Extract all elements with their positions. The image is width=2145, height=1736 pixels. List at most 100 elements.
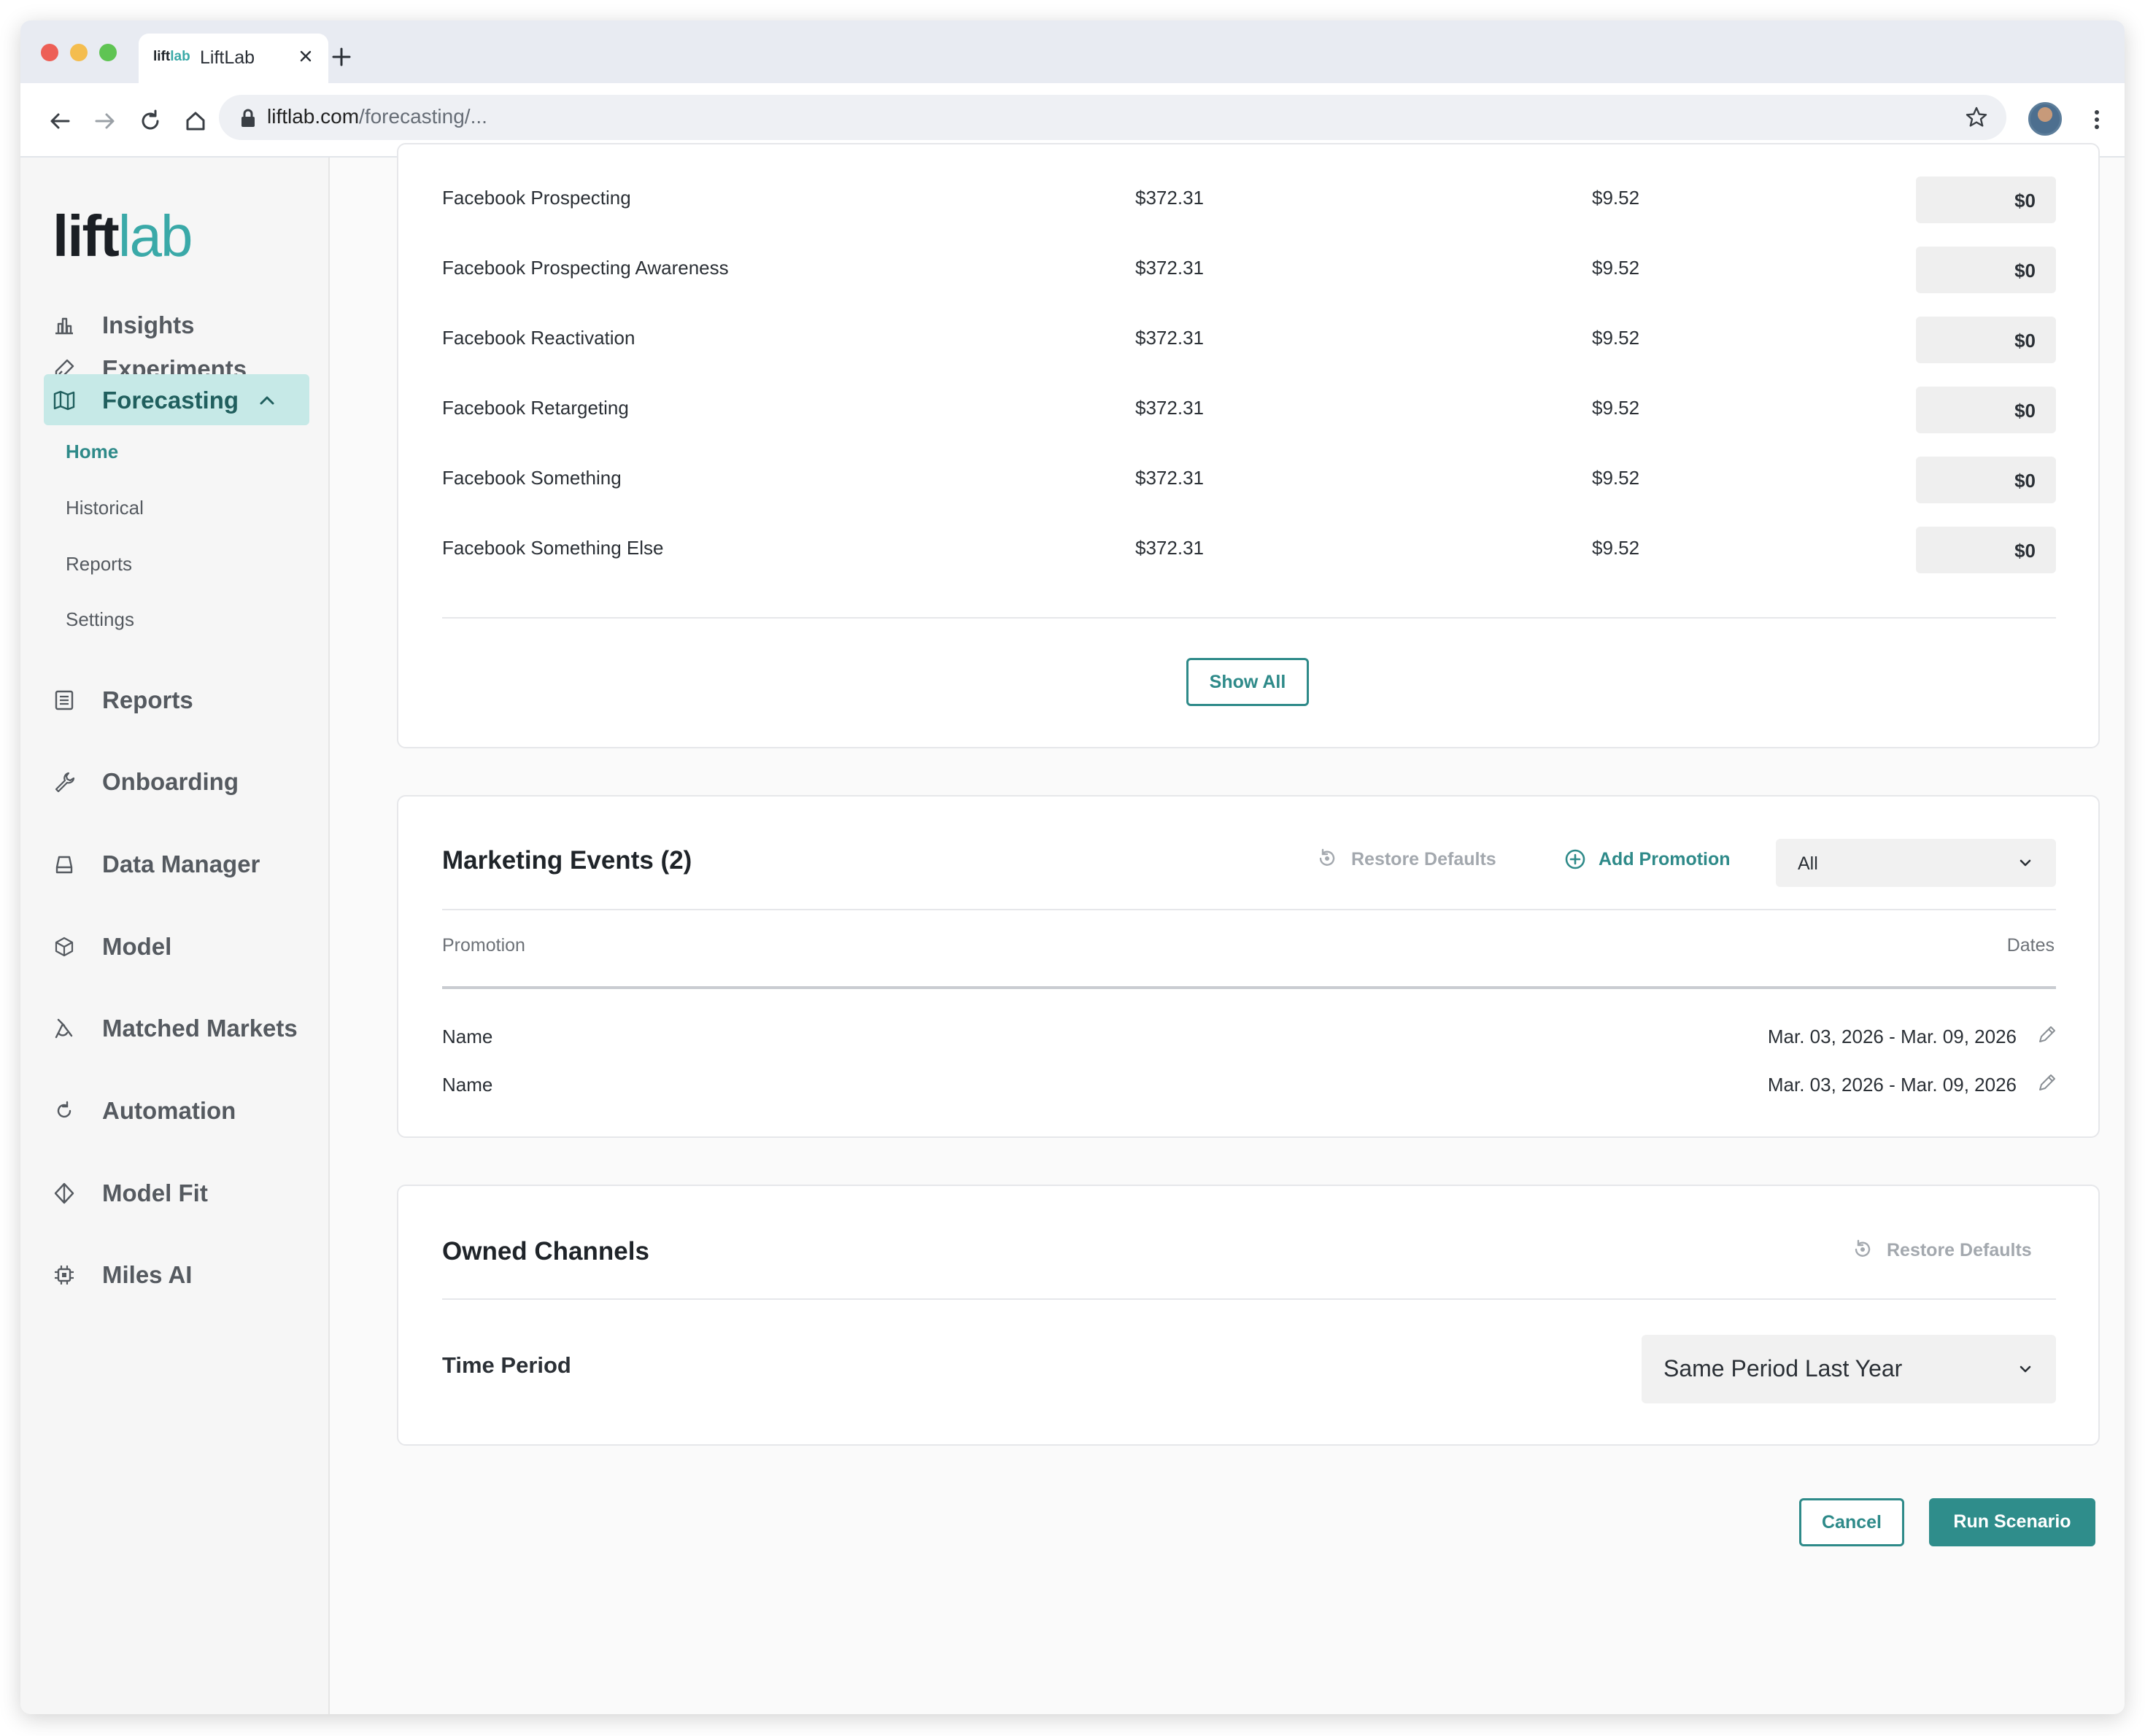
time-period-value: Same Period Last Year bbox=[1663, 1355, 1903, 1382]
profile-avatar[interactable] bbox=[2028, 102, 2062, 136]
table-row: Facebook Prospecting Awareness $372.31 $… bbox=[398, 236, 2098, 306]
channel-name: Facebook Something bbox=[442, 467, 622, 489]
bookmark-star-icon[interactable] bbox=[1963, 104, 1990, 131]
channel-name: Facebook Retargeting bbox=[442, 397, 629, 419]
owned-channels-title: Owned Channels bbox=[442, 1237, 649, 1266]
new-tab-icon[interactable] bbox=[327, 42, 356, 71]
restore-icon bbox=[1855, 1239, 1871, 1257]
bar-chart-icon bbox=[55, 317, 73, 335]
restore-icon bbox=[1319, 848, 1335, 866]
wrench-icon bbox=[55, 772, 75, 793]
column-header-dates: Dates bbox=[2006, 935, 2055, 956]
table-row: Facebook Something Else $372.31 $9.52 $0 bbox=[398, 516, 2098, 586]
run-scenario-button[interactable]: Run Scenario bbox=[1929, 1498, 2095, 1546]
lock-icon bbox=[241, 109, 255, 127]
time-period-label: Time Period bbox=[442, 1352, 571, 1378]
sidebar-subitem-historical[interactable]: Historical bbox=[66, 497, 144, 519]
table-row: Facebook Something $372.31 $9.52 $0 bbox=[398, 446, 2098, 516]
close-window-button[interactable] bbox=[41, 44, 58, 61]
compass-icon bbox=[55, 1018, 73, 1039]
channel-name: Facebook Prospecting Awareness bbox=[442, 257, 729, 279]
show-all-button[interactable]: Show All bbox=[1186, 658, 1309, 706]
section-divider bbox=[442, 1298, 2056, 1300]
reload-icon[interactable] bbox=[136, 106, 165, 136]
sidebar-item-forecasting[interactable]: Forecasting bbox=[44, 374, 309, 425]
channel-value-2: $9.52 bbox=[1592, 327, 1640, 349]
chevron-down-icon bbox=[2020, 859, 2031, 867]
drive-icon bbox=[55, 856, 73, 874]
channel-value-1: $372.31 bbox=[1135, 327, 1204, 349]
chevron-down-icon bbox=[2020, 1365, 2031, 1373]
channels-table-card: Facebook Prospecting $372.31 $9.52 $0 Fa… bbox=[397, 143, 2100, 748]
browser-window: liftlab LiftLab liftlab.com/forecasting/… bbox=[20, 20, 2125, 1714]
edit-pencil-icon[interactable] bbox=[2036, 1072, 2057, 1094]
event-dates: Mar. 03, 2026 - Mar. 09, 2026 bbox=[1767, 1074, 2017, 1096]
sidebar-item-model[interactable]: Model bbox=[44, 921, 309, 972]
minimize-window-button[interactable] bbox=[70, 44, 88, 61]
sidebar-item-automation[interactable]: Automation bbox=[44, 1085, 309, 1136]
sidebar-subitem-reports[interactable]: Reports bbox=[66, 553, 132, 576]
sidebar-item-data-manager[interactable]: Data Manager bbox=[44, 838, 309, 889]
chevron-up-icon[interactable] bbox=[257, 390, 277, 411]
budget-input[interactable]: $0 bbox=[1916, 457, 2056, 503]
sidebar-item-label: Matched Markets bbox=[102, 1015, 298, 1042]
marketing-events-title: Marketing Events (2) bbox=[442, 846, 692, 875]
channel-value-2: $9.52 bbox=[1592, 467, 1640, 489]
channel-value-1: $372.31 bbox=[1135, 257, 1204, 279]
event-name: Name bbox=[442, 1026, 493, 1047]
browser-menu-icon[interactable] bbox=[2090, 105, 2104, 134]
plus-circle-icon bbox=[1565, 849, 1585, 869]
budget-input[interactable]: $0 bbox=[1916, 317, 2056, 363]
sidebar-item-onboarding[interactable]: Onboarding bbox=[44, 756, 309, 807]
table-row: Facebook Prospecting $372.31 $9.52 $0 bbox=[398, 166, 2098, 236]
edit-pencil-icon[interactable] bbox=[2036, 1024, 2057, 1046]
browser-tab[interactable]: liftlab LiftLab bbox=[139, 34, 328, 83]
diamond-icon bbox=[54, 1182, 74, 1204]
event-name: Name bbox=[442, 1074, 493, 1096]
sidebar-subitem-home[interactable]: Home bbox=[66, 441, 118, 463]
add-promotion-label: Add Promotion bbox=[1599, 849, 1731, 869]
report-icon bbox=[55, 690, 74, 710]
sidebar-item-label: Model Fit bbox=[102, 1179, 208, 1206]
url-text: liftlab.com/forecasting/... bbox=[267, 105, 487, 128]
sidebar-item-model-fit[interactable]: Model Fit bbox=[44, 1167, 309, 1218]
sidebar-item-label: Forecasting bbox=[102, 387, 239, 414]
sidebar-subitem-settings[interactable]: Settings bbox=[66, 608, 134, 631]
sidebar-item-matched-markets[interactable]: Matched Markets bbox=[44, 1002, 309, 1053]
sidebar-item-miles-ai[interactable]: Miles AI bbox=[44, 1249, 309, 1300]
channel-value-1: $372.31 bbox=[1135, 187, 1204, 209]
sidebar-item-label: Reports bbox=[102, 686, 193, 713]
sidebar-item-reports[interactable]: Reports bbox=[44, 674, 309, 725]
sidebar-item-label: Miles AI bbox=[102, 1261, 193, 1288]
budget-input[interactable]: $0 bbox=[1916, 247, 2056, 293]
hexagon-icon bbox=[55, 937, 74, 957]
cancel-button[interactable]: Cancel bbox=[1799, 1498, 1904, 1546]
time-period-select[interactable]: Same Period Last Year bbox=[1642, 1335, 2056, 1403]
column-header-promotion: Promotion bbox=[442, 935, 525, 956]
budget-input[interactable]: $0 bbox=[1916, 527, 2056, 573]
forward-icon[interactable] bbox=[90, 106, 120, 136]
channel-value-2: $9.52 bbox=[1592, 187, 1640, 209]
owned-channels-card: Owned Channels Restore Defaults Time Per… bbox=[397, 1185, 2100, 1446]
budget-input[interactable]: $0 bbox=[1916, 387, 2056, 433]
sidebar-item-label: Onboarding bbox=[102, 768, 239, 795]
channel-name: Facebook Something Else bbox=[442, 537, 664, 559]
chip-icon bbox=[55, 1266, 74, 1284]
liftlab-logo[interactable]: liftlab bbox=[53, 203, 193, 270]
table-divider bbox=[442, 617, 2056, 619]
sidebar: liftlab Insights Experiments Forecasting… bbox=[20, 158, 330, 1714]
address-bar[interactable]: liftlab.com/forecasting/... bbox=[219, 95, 2006, 140]
sidebar-item-label: Insights bbox=[102, 311, 195, 338]
event-dates: Mar. 03, 2026 - Mar. 09, 2026 bbox=[1767, 1026, 2017, 1047]
maximize-window-button[interactable] bbox=[99, 44, 117, 61]
budget-input[interactable]: $0 bbox=[1916, 177, 2056, 223]
close-tab-icon[interactable] bbox=[293, 44, 318, 69]
table-row: Facebook Reactivation $372.31 $9.52 $0 bbox=[398, 306, 2098, 376]
events-filter-select[interactable]: All bbox=[1776, 839, 2056, 887]
tab-bar: liftlab LiftLab bbox=[20, 20, 2125, 83]
back-icon[interactable] bbox=[45, 106, 74, 136]
channel-value-1: $372.31 bbox=[1135, 397, 1204, 419]
home-icon[interactable] bbox=[181, 106, 210, 136]
channel-value-1: $372.31 bbox=[1135, 537, 1204, 559]
channel-value-2: $9.52 bbox=[1592, 397, 1640, 419]
